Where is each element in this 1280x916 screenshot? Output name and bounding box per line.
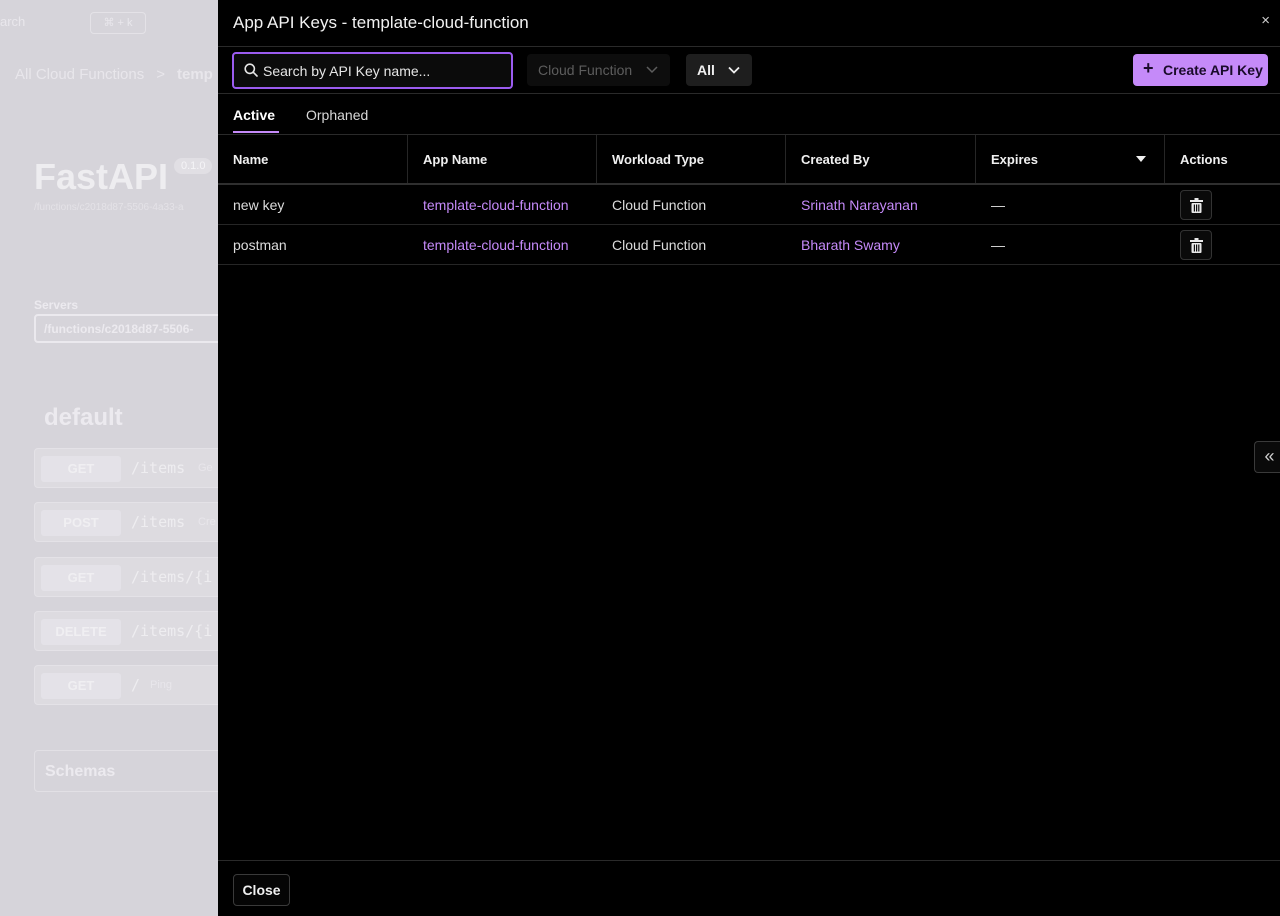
drawer-header: App API Keys - template-cloud-function × [218,0,1280,47]
search-input[interactable] [263,61,503,81]
sort-caret-down-icon[interactable] [1136,156,1146,162]
bg-search-shortcut: ⌘ + k [90,12,146,34]
column-header-app-name[interactable]: App Name [408,135,597,183]
tab-orphaned[interactable]: Orphaned [306,107,368,123]
bg-operation-path: / [131,676,141,694]
cell-name: new key [233,197,285,213]
bg-api-version: 0.1.0 [174,158,213,174]
bg-section-title: default [44,404,123,431]
chevron-down-icon [646,66,658,74]
bg-operation-path: /items/{i [131,622,213,640]
column-header-name[interactable]: Name [218,135,408,183]
chevron-down-icon [728,66,740,74]
scope-filter[interactable]: All [686,54,752,86]
bg-operation-method: POST [41,510,121,536]
scope-filter-value: All [697,62,715,78]
bg-operation-path: /items [131,459,186,477]
tabs: Active Orphaned [218,94,1280,135]
trash-icon [1190,198,1203,213]
cell-workload-type: Cloud Function [612,237,707,253]
cell-expires: — [991,197,1005,213]
create-api-key-label: Create API Key [1163,62,1263,78]
cell-expires: — [991,237,1005,253]
column-header-actions: Actions [1180,152,1228,167]
cell-created-by-link[interactable]: Bharath Swamy [801,237,900,253]
cell-app-name-link[interactable]: template-cloud-function [423,237,569,253]
delete-button[interactable] [1180,230,1212,260]
bg-operation-method: DELETE [41,619,121,645]
bg-api-title: FastAPI [34,156,169,197]
bg-operation-method: GET [41,565,121,591]
bg-api-path: /functions/c2018d87-5506-4a33-a [34,202,184,213]
drawer-title: App API Keys - template-cloud-function [233,13,529,32]
bg-operation-method: GET [41,673,121,699]
table-row: new key template-cloud-function Cloud Fu… [218,185,1280,225]
workload-type-filter[interactable]: Cloud Function [527,54,670,86]
bg-breadcrumb: All Cloud Functions > temp [15,66,213,83]
column-header-expires-label: Expires [991,152,1038,167]
cell-name: postman [233,237,287,253]
bg-operation-desc: Cre [198,516,216,528]
cell-created-by-link[interactable]: Srinath Narayanan [801,197,918,213]
bg-operation-method: GET [41,456,121,482]
close-button[interactable]: Close [233,874,290,906]
cell-workload-type: Cloud Function [612,197,707,213]
bg-operation-desc: Ge [198,462,213,474]
table-row: postman template-cloud-function Cloud Fu… [218,225,1280,265]
search-icon [244,63,258,77]
column-header-created-by[interactable]: Created By [786,135,976,183]
bg-breadcrumb-separator: > [156,66,165,83]
table-header: Name App Name Workload Type Created By E… [218,135,1280,185]
bg-servers-label: Servers [34,298,79,312]
delete-button[interactable] [1180,190,1212,220]
bg-operation-path: /items [131,513,186,531]
bg-operation-desc: Ping [150,679,173,691]
collapse-panel-icon[interactable]: « [1254,441,1280,473]
toolbar: Cloud Function All + Create API Key [218,47,1280,94]
column-header-workload-type[interactable]: Workload Type [597,135,786,183]
trash-icon [1190,238,1203,253]
api-keys-drawer: App API Keys - template-cloud-function ×… [218,0,1280,916]
plus-icon: + [1143,58,1154,78]
tab-active[interactable]: Active [233,107,280,133]
bg-breadcrumb-current: temp [177,66,213,83]
column-header-expires[interactable]: Expires [976,135,1165,183]
workload-type-filter-value: Cloud Function [538,62,633,78]
bg-breadcrumb-parent: All Cloud Functions [15,66,145,83]
search-box[interactable] [232,52,513,89]
bg-operation-path: /items/{i [131,568,213,586]
create-api-key-button[interactable]: + Create API Key [1133,54,1268,86]
bg-search-text: arch [0,14,26,29]
drawer-footer: Close [218,860,1280,916]
cell-app-name-link[interactable]: template-cloud-function [423,197,569,213]
api-keys-table: Name App Name Workload Type Created By E… [218,135,1280,265]
close-icon[interactable]: × [1261,12,1270,29]
